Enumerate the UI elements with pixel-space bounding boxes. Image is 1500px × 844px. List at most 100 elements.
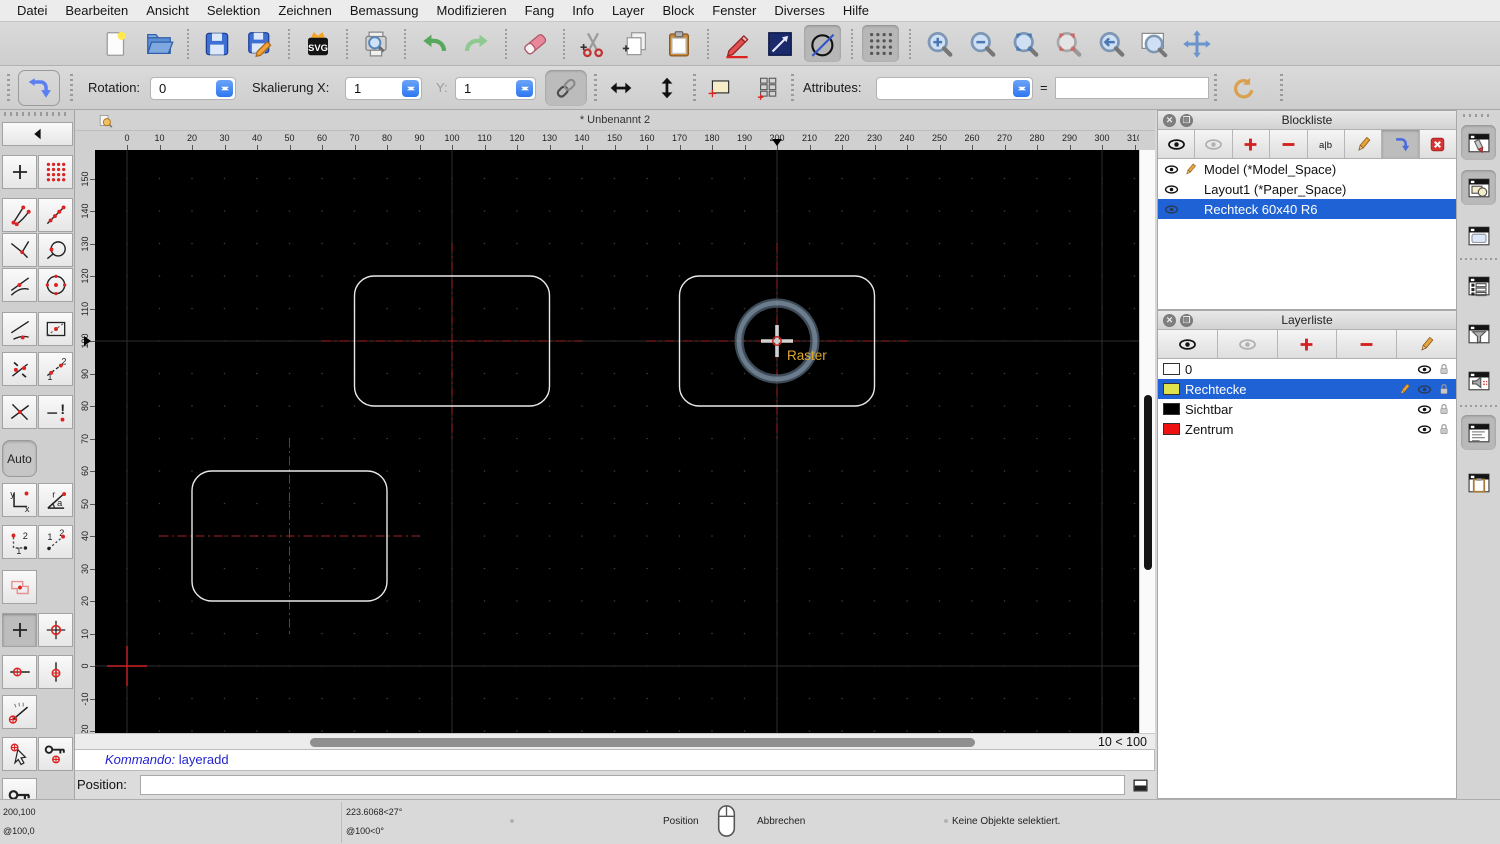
- snap-reference-button[interactable]: [38, 233, 73, 267]
- insert-block-button[interactable]: [1382, 130, 1420, 158]
- snap-free-button[interactable]: [2, 155, 37, 189]
- circle-tool-button[interactable]: [804, 25, 841, 62]
- insert-array-button[interactable]: [745, 70, 787, 106]
- lock-icon[interactable]: [1437, 362, 1451, 376]
- copy-button[interactable]: [617, 25, 654, 62]
- horizontal-scrollbar-thumb[interactable]: [310, 737, 975, 747]
- filter-panel-toggle-button[interactable]: [1461, 316, 1496, 351]
- visibility-eye-icon[interactable]: [1163, 162, 1180, 177]
- close-icon[interactable]: ✕: [1163, 114, 1176, 127]
- lock-icon[interactable]: [1437, 382, 1451, 396]
- snap-dist1-button[interactable]: [2, 352, 37, 386]
- print-preview-button[interactable]: [357, 25, 394, 62]
- coord-cartesian-button[interactable]: yx: [2, 483, 37, 517]
- edit-pencil-icon[interactable]: [1182, 162, 1199, 177]
- layer-row[interactable]: Zentrum: [1158, 419, 1456, 439]
- visibility-eye-icon[interactable]: [1417, 382, 1432, 397]
- flip-button[interactable]: [18, 70, 60, 106]
- snap-nearest-button[interactable]: [2, 312, 37, 346]
- snap-endpoints-button[interactable]: [2, 198, 37, 232]
- snap-perpendicular-button[interactable]: [2, 233, 37, 267]
- layer-color-swatch[interactable]: [1163, 423, 1180, 435]
- scale-y-combo[interactable]: 1: [455, 77, 536, 100]
- snap-center-button[interactable]: [38, 268, 73, 302]
- menu-diverses[interactable]: Diverses: [765, 0, 834, 22]
- zoom-pan-button[interactable]: [1178, 25, 1215, 62]
- set-rel-zero-button[interactable]: [38, 613, 73, 647]
- hide-all-layers-button[interactable]: [1217, 330, 1278, 358]
- new-file-button[interactable]: [97, 25, 134, 62]
- hide-all-blocks-button[interactable]: [1195, 130, 1233, 158]
- snap-intersection-manual-button[interactable]: !: [38, 395, 73, 429]
- snap-on-entity-button[interactable]: [38, 198, 73, 232]
- dock-drag-handle[interactable]: [1463, 114, 1493, 117]
- blocks-panel-toggle-button[interactable]: [1461, 170, 1496, 205]
- close-icon[interactable]: ✕: [1163, 314, 1176, 327]
- revert-attributes-button[interactable]: [1221, 70, 1263, 106]
- clipboard-panel-toggle-button[interactable]: [1461, 465, 1496, 500]
- add-layer-button[interactable]: [1277, 330, 1338, 358]
- menu-selektion[interactable]: Selektion: [198, 0, 269, 22]
- back-button[interactable]: [2, 122, 73, 146]
- restrict-vertical-button[interactable]: [38, 655, 73, 689]
- layer-row[interactable]: Rechtecke: [1158, 379, 1456, 399]
- menu-info[interactable]: Info: [563, 0, 603, 22]
- toolbar-drag-handle[interactable]: [7, 74, 10, 102]
- horizontal-scrollbar[interactable]: 10 < 100: [75, 733, 1155, 749]
- stepper-icon[interactable]: [1013, 80, 1030, 97]
- position-input[interactable]: [140, 775, 1125, 795]
- eraser-button[interactable]: [516, 25, 553, 62]
- lock-icon[interactable]: [1437, 422, 1451, 436]
- restrict-horizontal-button[interactable]: [2, 655, 37, 689]
- visibility-eye-icon[interactable]: [1163, 182, 1180, 197]
- drawing-canvas[interactable]: Raster: [95, 150, 1139, 733]
- menu-zeichnen[interactable]: Zeichnen: [269, 0, 340, 22]
- layer-color-swatch[interactable]: [1163, 363, 1180, 375]
- block-row[interactable]: Rechteck 60x40 R6: [1158, 199, 1456, 219]
- block-row[interactable]: Model (*Model_Space): [1158, 159, 1456, 179]
- menu-hilfe[interactable]: Hilfe: [834, 0, 878, 22]
- layer-color-swatch[interactable]: [1163, 403, 1180, 415]
- visibility-eye-icon[interactable]: [1417, 402, 1432, 417]
- save-button[interactable]: [198, 25, 235, 62]
- zoom-previous-button[interactable]: [1092, 25, 1129, 62]
- angle-step-button[interactable]: [2, 695, 37, 729]
- properties-panel-toggle-button[interactable]: [1461, 125, 1496, 160]
- vertical-scrollbar[interactable]: [1139, 150, 1155, 733]
- restrict-nothing-button[interactable]: [2, 613, 37, 647]
- link-scales-button[interactable]: [545, 70, 587, 106]
- rel-polar-button[interactable]: 12: [38, 525, 73, 559]
- scale-x-combo[interactable]: 1: [345, 77, 422, 100]
- remove-block-button[interactable]: [1270, 130, 1308, 158]
- stepper-icon[interactable]: [216, 80, 233, 97]
- menu-bearbeiten[interactable]: Bearbeiten: [56, 0, 137, 22]
- grid-toggle-button[interactable]: [862, 25, 899, 62]
- lock-icon[interactable]: [1437, 402, 1451, 416]
- redo-button[interactable]: [458, 25, 495, 62]
- show-all-layers-button[interactable]: [1158, 330, 1218, 358]
- snap-tangent-button[interactable]: [2, 268, 37, 302]
- library-panel-toggle-button[interactable]: [1461, 218, 1496, 253]
- select-rel-zero-button[interactable]: [2, 737, 37, 771]
- command-line[interactable]: Kommando: layeradd: [75, 749, 1155, 771]
- svg-export-button[interactable]: SVG: [299, 25, 336, 62]
- attributes-combo[interactable]: [876, 77, 1033, 100]
- paste-button[interactable]: [660, 25, 697, 62]
- list-panel-toggle-button[interactable]: [1461, 268, 1496, 303]
- palette-drag-handle[interactable]: [4, 112, 70, 116]
- edit-pencil-icon[interactable]: [1397, 382, 1412, 397]
- rename-block-button[interactable]: a|b: [1307, 130, 1345, 158]
- open-folder-button[interactable]: [140, 25, 177, 62]
- visibility-eye-icon[interactable]: [1417, 362, 1432, 377]
- layer-row[interactable]: Sichtbar: [1158, 399, 1456, 419]
- undock-icon[interactable]: ❐: [1180, 114, 1193, 127]
- snap-auto-button[interactable]: Auto: [2, 440, 37, 477]
- show-all-blocks-button[interactable]: [1158, 130, 1196, 158]
- menu-modifizieren[interactable]: Modifizieren: [428, 0, 516, 22]
- rotation-combo[interactable]: 0: [150, 77, 236, 100]
- save-as-button[interactable]: [241, 25, 278, 62]
- snap-selection-button[interactable]: [2, 570, 37, 604]
- snap-grid-button[interactable]: [38, 155, 73, 189]
- flip-horizontal-button[interactable]: [601, 70, 641, 106]
- zoom-auto-button[interactable]: [1006, 25, 1043, 62]
